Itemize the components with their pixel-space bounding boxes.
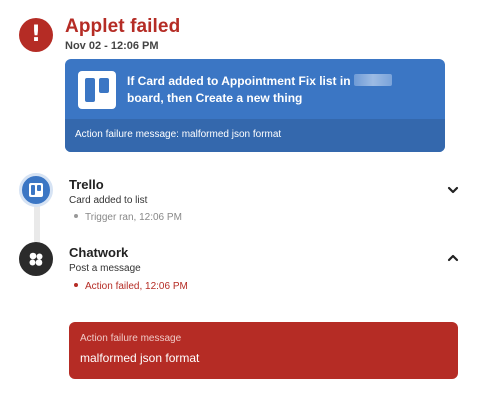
step-title-trello: Trello — [69, 177, 104, 192]
applet-card-footer: Action failure message: malformed json f… — [65, 119, 445, 152]
applet-card[interactable]: If Card added to Appointment Fix list in… — [65, 59, 445, 152]
step-status-chatwork-text: Action failed, 12:06 PM — [85, 281, 188, 292]
status-dot — [74, 214, 78, 218]
failure-timestamp: Nov 02 - 12:06 PM — [65, 40, 159, 52]
step-status-trello: Trigger ran, 12:06 PM — [74, 212, 182, 223]
trello-logo-icon — [78, 71, 116, 109]
action-failure-message: malformed json format — [80, 351, 200, 365]
step-title-chatwork: Chatwork — [69, 245, 129, 260]
chevron-down-icon[interactable] — [446, 183, 460, 197]
chatwork-step-icon — [19, 242, 53, 276]
applet-title: If Card added to Appointment Fix list in… — [127, 73, 427, 107]
action-failure-box: Action failure message malformed json fo… — [69, 322, 458, 379]
alert-icon: ! — [19, 18, 53, 52]
step-description-trello: Card added to list — [69, 195, 148, 206]
chevron-up-icon[interactable] — [446, 251, 460, 265]
applet-title-line2: board, then Create a new thing — [127, 91, 303, 105]
trello-step-icon — [19, 173, 53, 207]
step-status-chatwork: Action failed, 12:06 PM — [74, 281, 188, 292]
page-title: Applet failed — [65, 16, 181, 37]
step-description-chatwork: Post a message — [69, 263, 141, 274]
step-status-trello-text: Trigger ran, 12:06 PM — [85, 212, 182, 223]
applet-title-line1: If Card added to Appointment Fix list in — [127, 74, 351, 88]
redacted-board-name — [353, 74, 392, 86]
action-failure-label: Action failure message — [80, 333, 182, 344]
status-dot — [74, 283, 78, 287]
